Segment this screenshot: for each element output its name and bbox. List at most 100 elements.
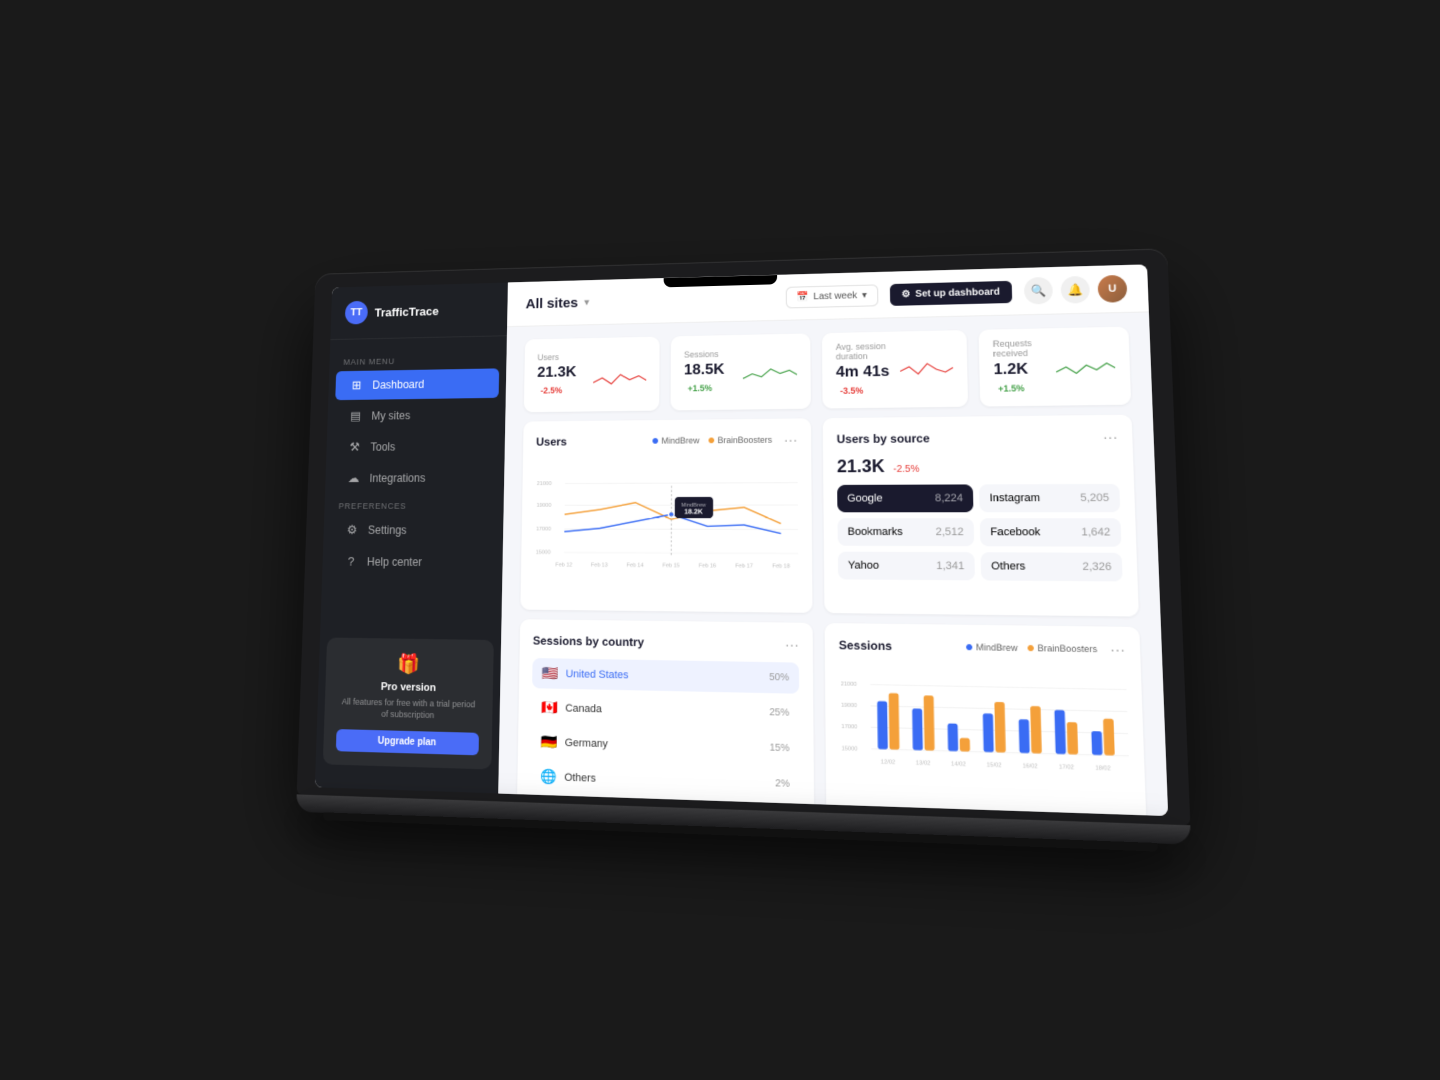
svg-text:Feb 16: Feb 16	[699, 563, 716, 569]
country-name: Germany	[565, 737, 608, 750]
stat-label: Users	[537, 352, 593, 362]
country-chart-title: Sessions by country	[533, 634, 644, 649]
country-name: Canada	[565, 702, 602, 715]
sessions-sparkline	[743, 354, 797, 389]
chevron-down-icon: ▾	[862, 290, 867, 301]
country-pct: 2%	[775, 778, 790, 790]
sessions-chart-title: Sessions	[839, 638, 892, 653]
bottom-charts: Sessions by country ··· 🇺🇸 United States…	[498, 619, 1168, 816]
country-name: Others	[564, 771, 596, 784]
avatar[interactable]: U	[1097, 275, 1127, 303]
flag-de: 🇩🇪	[541, 733, 558, 750]
source-total: 21.3K	[837, 456, 885, 476]
flag-ca: 🇨🇦	[541, 699, 558, 716]
duration-sparkline	[900, 351, 954, 387]
source-change: -2.5%	[893, 464, 919, 475]
svg-text:15000: 15000	[841, 746, 857, 753]
stat-value: 1.2K +1.5%	[993, 360, 1056, 396]
sessions-chart-more[interactable]: ···	[1110, 641, 1126, 658]
stat-value: 21.3K -2.5%	[537, 364, 593, 398]
main-content: All sites ▾ 📅 Last week ▾ ⚙ Set up dashb…	[498, 265, 1168, 816]
country-item-others[interactable]: 🌐 Others 2%	[530, 761, 799, 801]
svg-text:21000: 21000	[537, 481, 552, 487]
sidebar-item-help[interactable]: ? Help center	[329, 547, 495, 577]
date-filter[interactable]: 📅 Last week ▾	[786, 284, 878, 308]
upgrade-plan-button[interactable]: Upgrade plan	[336, 729, 479, 755]
pro-icon: 🎁	[338, 651, 480, 677]
svg-text:14/02: 14/02	[951, 761, 966, 768]
source-item-yahoo[interactable]: Yahoo 1,341	[838, 552, 975, 581]
svg-text:17000: 17000	[536, 526, 551, 532]
setup-icon: ⚙	[901, 289, 910, 300]
country-item-germany[interactable]: 🇩🇪 Germany 15%	[531, 726, 800, 764]
source-item-others[interactable]: Others 2,326	[981, 552, 1123, 581]
stat-change: -3.5%	[840, 386, 863, 396]
svg-text:16/02: 16/02	[1023, 763, 1038, 770]
country-pct: 25%	[769, 707, 789, 719]
laptop-screen: TT TrafficTrace Main menu ⊞ Dashboard ▤ …	[315, 265, 1168, 816]
svg-text:Feb 15: Feb 15	[662, 563, 679, 569]
sidebar-item-label: Tools	[370, 440, 395, 453]
sessions-chart-header: Sessions MindBrew BrainBoosters ···	[839, 637, 1126, 658]
svg-text:15/02: 15/02	[987, 762, 1002, 769]
title-dropdown-icon[interactable]: ▾	[584, 297, 589, 307]
source-item-bookmarks[interactable]: Bookmarks 2,512	[837, 518, 974, 546]
app-name: TrafficTrace	[374, 304, 439, 319]
source-grid: Google 8,224 Instagram 5,205 Bookmarks 2…	[837, 484, 1123, 582]
svg-text:Feb 12: Feb 12	[555, 562, 572, 568]
notifications-button[interactable]: 🔔	[1060, 276, 1090, 304]
sidebar-item-label: Settings	[368, 524, 407, 537]
users-chart-legend: MindBrew BrainBoosters	[653, 435, 772, 446]
pro-box: 🎁 Pro version All features for free with…	[323, 637, 494, 769]
search-button[interactable]: 🔍	[1024, 277, 1053, 305]
calendar-icon: 📅	[796, 291, 808, 302]
country-item-us[interactable]: 🇺🇸 United States 50%	[532, 658, 799, 694]
users-by-source-card: Users by source ··· 21.3K -2.5% Google 8…	[823, 415, 1139, 617]
sidebar-item-my-sites[interactable]: ▤ My sites	[334, 400, 498, 431]
stat-value: 18.5K +1.5%	[684, 361, 743, 396]
sidebar-item-settings[interactable]: ⚙ Settings	[330, 515, 496, 545]
users-chart-more[interactable]: ···	[784, 432, 798, 448]
sidebar-item-label: My sites	[371, 409, 410, 422]
preferences-label: Preferences	[324, 494, 504, 515]
sidebar-item-label: Help center	[367, 555, 422, 568]
source-item-facebook[interactable]: Facebook 1,642	[980, 518, 1122, 546]
source-chart-more[interactable]: ···	[1103, 429, 1118, 445]
svg-text:13/02: 13/02	[916, 760, 931, 767]
source-item-google[interactable]: Google 8,224	[837, 484, 973, 512]
charts-area: Users MindBrew BrainBoosters ···	[502, 414, 1161, 627]
svg-text:Feb 14: Feb 14	[626, 563, 644, 569]
svg-text:21000: 21000	[841, 681, 857, 687]
stat-label: Avg. session duration	[836, 341, 900, 361]
svg-text:17000: 17000	[841, 724, 857, 731]
setup-dashboard-button[interactable]: ⚙ Set up dashboard	[889, 280, 1012, 305]
country-item-canada[interactable]: 🇨🇦 Canada 25%	[532, 692, 800, 729]
source-chart-title: Users by source	[837, 432, 930, 446]
country-pct: 15%	[769, 743, 789, 755]
sidebar-item-tools[interactable]: ⚒ Tools	[333, 431, 498, 462]
svg-text:17/02: 17/02	[1059, 764, 1074, 771]
sidebar-item-label: Dashboard	[372, 378, 424, 392]
stat-change: -2.5%	[541, 386, 563, 396]
sidebar-item-dashboard[interactable]: ⊞ Dashboard	[335, 368, 499, 400]
users-chart-title: Users	[536, 435, 567, 448]
svg-text:18.2K: 18.2K	[684, 507, 703, 516]
country-chart-more[interactable]: ···	[785, 636, 799, 652]
stat-card-users: Users 21.3K -2.5%	[524, 337, 660, 413]
source-item-instagram[interactable]: Instagram 5,205	[979, 484, 1120, 512]
source-chart-header: Users by source ···	[837, 429, 1118, 447]
main-menu-label: Main menu	[329, 347, 507, 370]
flag-others: 🌐	[540, 768, 557, 785]
country-name: United States	[566, 668, 629, 681]
svg-text:19000: 19000	[841, 703, 857, 709]
users-sparkline	[593, 357, 646, 391]
dashboard-icon: ⊞	[349, 378, 363, 393]
sidebar-item-integrations[interactable]: ☁ Integrations	[332, 463, 497, 493]
stat-label: Sessions	[684, 349, 743, 360]
country-list: 🇺🇸 United States 50% 🇨🇦 Canada 25% 🇩🇪	[530, 658, 799, 800]
svg-text:12/02: 12/02	[881, 759, 896, 766]
sessions-bar-chart: 21000 19000 17000 15000	[839, 663, 1131, 805]
stat-change: +1.5%	[998, 383, 1025, 393]
my-sites-icon: ▤	[348, 409, 362, 424]
topbar-actions: 🔍 🔔 U	[1024, 275, 1128, 305]
